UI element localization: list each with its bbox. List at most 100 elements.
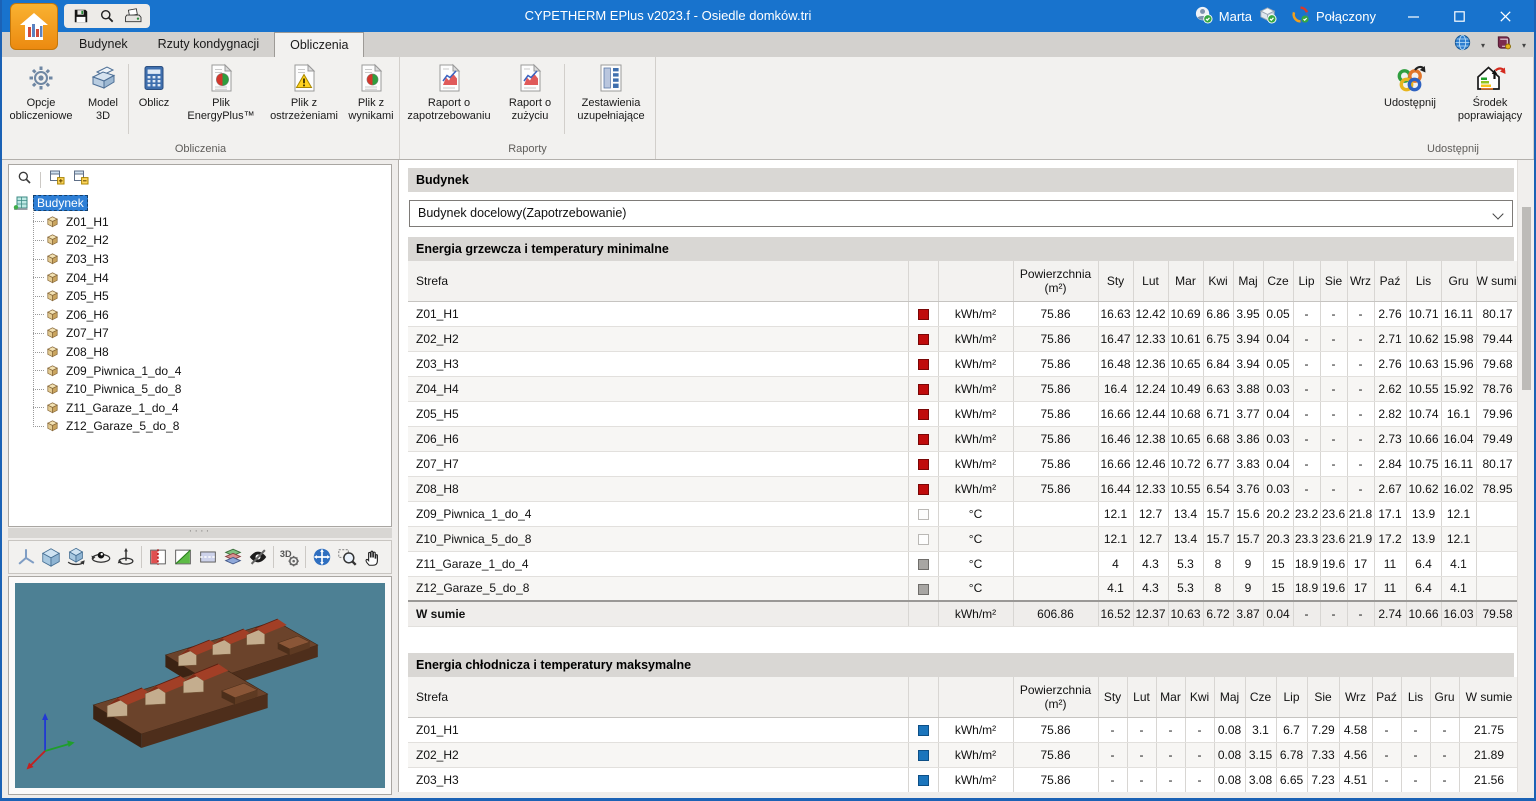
- share-button[interactable]: Udostępnij: [1373, 60, 1447, 140]
- model-3d-button[interactable]: Model 3D: [80, 60, 126, 140]
- ribbon-button-label: Raport o zużyciu: [508, 97, 552, 122]
- month-value-cell: 10.62: [1406, 476, 1442, 502]
- improvement-measure-button[interactable]: Środek poprawiający: [1447, 60, 1533, 140]
- collapse-all-icon[interactable]: [73, 169, 89, 190]
- tree-toolbar: [9, 165, 391, 194]
- tree-item-z06_h6[interactable]: Z06_H6: [9, 306, 391, 325]
- col-header-month: Lip: [1293, 261, 1321, 302]
- 3d-model-render[interactable]: [15, 583, 385, 788]
- demand-report-button[interactable]: Raport o zapotrzebowaniu: [400, 60, 498, 140]
- panel-splitter[interactable]: ····: [8, 526, 392, 538]
- language-dropdown-arrow[interactable]: ▾: [1481, 41, 1485, 50]
- results-file-button[interactable]: Plik z wynikami: [343, 60, 399, 140]
- zone-cube-icon: [45, 400, 61, 416]
- user-name[interactable]: Marta: [1219, 9, 1252, 24]
- tree-item-z08_h8[interactable]: Z08_H8: [9, 343, 391, 362]
- expand-all-icon[interactable]: [49, 169, 65, 190]
- rotate-model-icon[interactable]: [63, 544, 88, 570]
- connection-sync-icon[interactable]: [1291, 5, 1310, 27]
- col-header-month: Maj: [1214, 677, 1246, 718]
- vertical-scrollbar[interactable]: [1517, 160, 1534, 792]
- 3d-settings-icon[interactable]: 3D: [277, 544, 302, 570]
- zones-tree: Budynek Z01_H1 Z02_H2 Z03_H3 Z04_H4 Z05_H5 Z06…: [9, 194, 391, 436]
- layers-icon[interactable]: [220, 544, 245, 570]
- marker-cell: [908, 326, 939, 352]
- col-header-month: Kwi: [1185, 677, 1215, 718]
- front-section-icon[interactable]: [145, 544, 170, 570]
- unit-cell: °C: [938, 501, 1014, 527]
- tree-item-z02_h2[interactable]: Z02_H2: [9, 231, 391, 250]
- heating-table-mount: Strefa Powierzchnia (m²) Sty Lut Mar Kwi Maj Cze…: [408, 261, 1520, 627]
- calculation-options-gear-button[interactable]: Opcje obliczeniowe: [2, 60, 80, 140]
- month-value-cell: 17.2: [1374, 526, 1407, 552]
- tree-item-z04_h4[interactable]: Z04_H4: [9, 268, 391, 287]
- month-value-cell: -: [1185, 742, 1215, 768]
- month-value-cell: -: [1320, 326, 1348, 352]
- consumption-report-button[interactable]: Raport o zużyciu: [498, 60, 562, 140]
- ribbon-group-label: Obliczenia: [174, 143, 227, 155]
- print-icon[interactable]: [122, 6, 144, 26]
- scrollbar-thumb[interactable]: [1522, 207, 1531, 390]
- month-value-cell: 4.3: [1133, 576, 1169, 602]
- side-section-icon[interactable]: [170, 544, 195, 570]
- tree-item-z05_h5[interactable]: Z05_H5: [9, 287, 391, 306]
- month-value-cell: 10.55: [1406, 376, 1442, 402]
- total-cell: 79.44: [1476, 326, 1520, 352]
- building-select[interactable]: Budynek docelowy(Zapotrzebowanie): [409, 200, 1513, 227]
- warnings-file-button[interactable]: Plik z ostrzeżeniami: [265, 60, 343, 140]
- month-value-cell: -: [1320, 476, 1348, 502]
- language-globe-icon[interactable]: [1454, 34, 1471, 56]
- tree-item-z12_garaze_5_do_8[interactable]: Z12_Garaze_5_do_8: [9, 417, 391, 436]
- month-value-cell: 5.3: [1168, 551, 1204, 577]
- zone-color-marker: [917, 333, 929, 345]
- app-logo-icon[interactable]: [10, 3, 58, 50]
- month-value-cell: -: [1293, 451, 1321, 477]
- tree-item-z03_h3[interactable]: Z03_H3: [9, 250, 391, 269]
- area-cell: 75.86: [1013, 742, 1099, 768]
- tree-item-z11_garaze_1_do_4[interactable]: Z11_Garaze_1_do_4: [9, 399, 391, 418]
- tree-item-z07_h7[interactable]: Z07_H7: [9, 324, 391, 343]
- top-section-icon[interactable]: [195, 544, 220, 570]
- zoom-extents-icon[interactable]: [309, 544, 334, 570]
- month-value-cell: 3.77: [1233, 401, 1264, 427]
- pan-icon[interactable]: [359, 544, 384, 570]
- search-icon[interactable]: [96, 6, 118, 26]
- area-cell: [1013, 551, 1099, 577]
- results-panel: Budynek Budynek docelowy(Zapotrzebowanie…: [398, 160, 1534, 792]
- zoom-window-icon[interactable]: [334, 544, 359, 570]
- close-button[interactable]: [1482, 0, 1528, 32]
- tree-root-budynek[interactable]: Budynek: [9, 194, 391, 213]
- tree-item-z09_piwnica_1_do_4[interactable]: Z09_Piwnica_1_do_4: [9, 361, 391, 380]
- col-header-month: Sty: [1098, 677, 1128, 718]
- area-cell: [1013, 526, 1099, 552]
- marker-cell: [908, 576, 939, 602]
- user-account-icon[interactable]: [1194, 5, 1213, 27]
- help-book-icon[interactable]: [1495, 34, 1512, 56]
- license-icon[interactable]: [1258, 5, 1277, 27]
- month-value-cell: -: [1347, 426, 1375, 452]
- minimize-button[interactable]: [1390, 0, 1436, 32]
- tree-item-z01_h1[interactable]: Z01_H1: [9, 213, 391, 232]
- month-value-cell: 4.58: [1339, 717, 1373, 743]
- month-value-cell: -: [1372, 767, 1402, 792]
- maximize-button[interactable]: [1436, 0, 1482, 32]
- tab-rzuty-kondygnacji[interactable]: Rzuty kondygnacji: [143, 32, 274, 57]
- month-value-cell: 15.7: [1203, 526, 1234, 552]
- hide-elements-icon[interactable]: [245, 544, 270, 570]
- supplementary-summaries-button[interactable]: Zestawienia uzupełniające: [567, 60, 655, 140]
- save-icon[interactable]: [70, 6, 92, 26]
- month-value-cell: -: [1320, 600, 1348, 627]
- tree-item-z10_piwnica_5_do_8[interactable]: Z10_Piwnica_5_do_8: [9, 380, 391, 399]
- orbit-view-icon[interactable]: [88, 544, 113, 570]
- zone-cell: Z02_H2: [408, 742, 909, 768]
- help-dropdown-arrow[interactable]: ▾: [1522, 41, 1526, 50]
- col-header-marker: [908, 261, 939, 302]
- tab-budynek[interactable]: Budynek: [64, 32, 143, 57]
- isometric-cube-icon[interactable]: [38, 544, 63, 570]
- axes-icon[interactable]: [13, 544, 38, 570]
- energyplus-file-button[interactable]: Plik EnergyPlus™: [177, 60, 265, 140]
- tree-search-icon[interactable]: [17, 170, 32, 190]
- calculate-button[interactable]: Oblicz: [131, 60, 177, 140]
- tab-obliczenia[interactable]: Obliczenia: [274, 32, 365, 57]
- turntable-icon[interactable]: [113, 544, 138, 570]
